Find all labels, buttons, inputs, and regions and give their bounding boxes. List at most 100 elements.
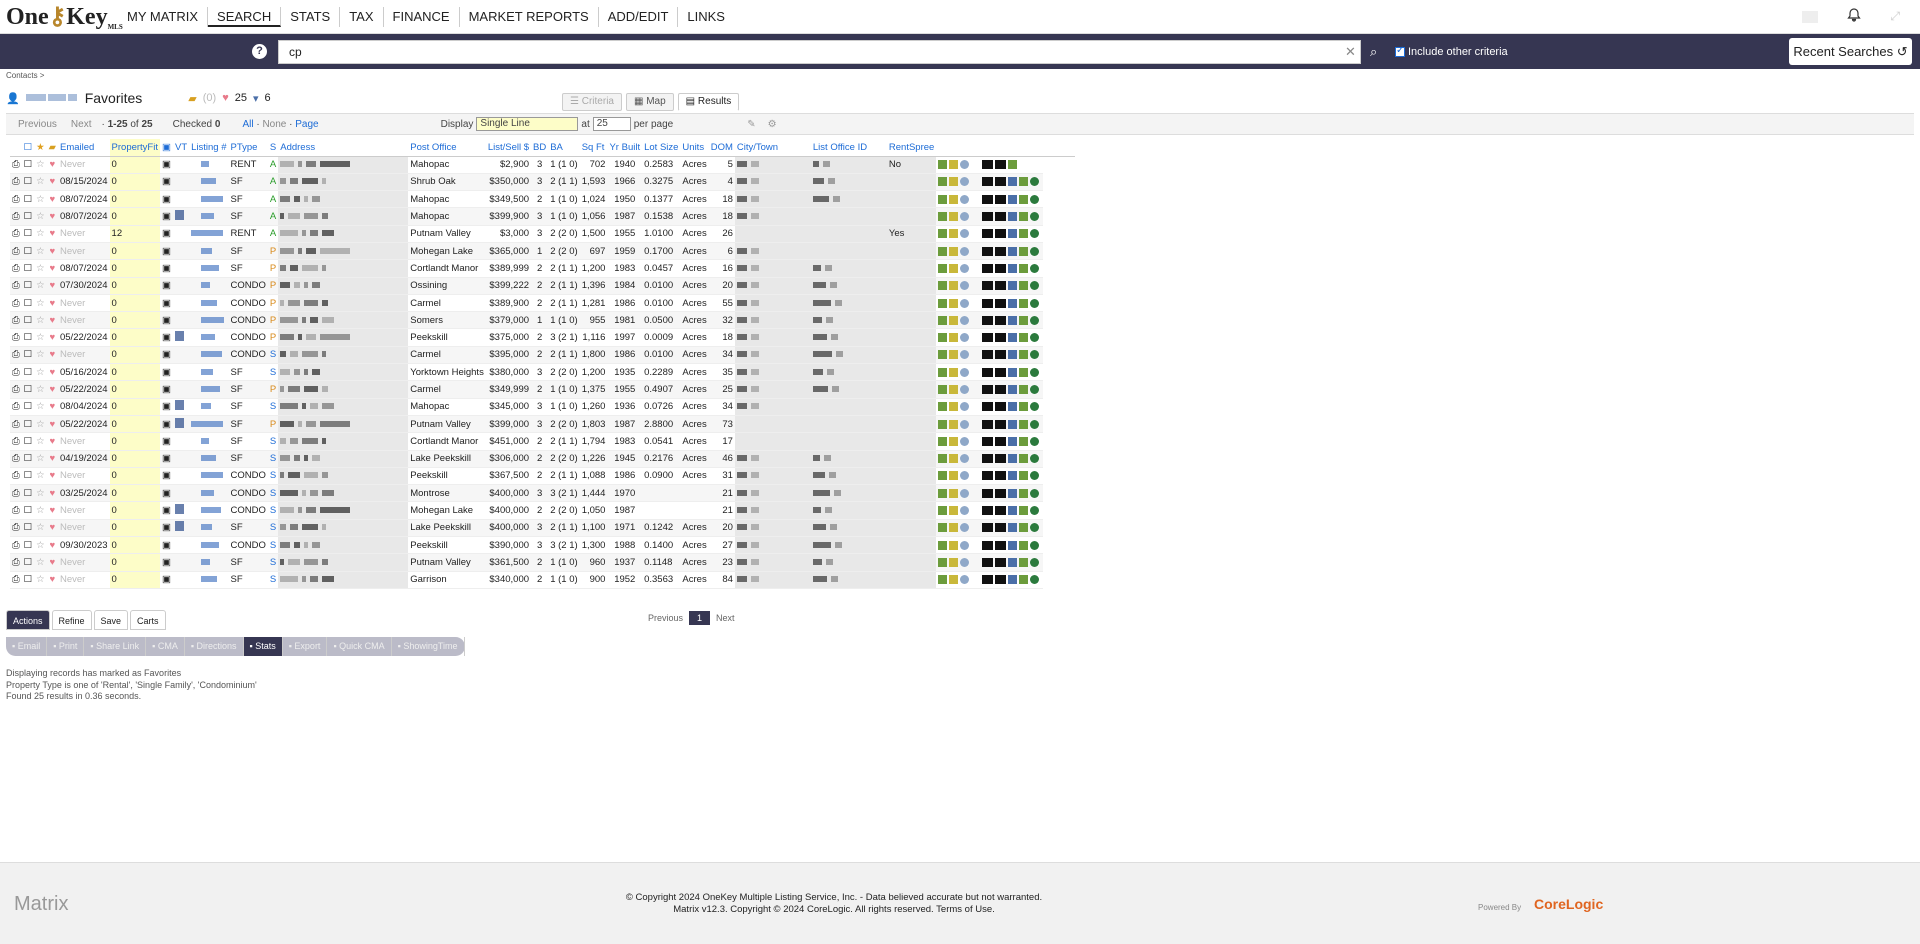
document-icon[interactable]: [1008, 229, 1018, 239]
row-checkbox[interactable]: ☐: [21, 501, 35, 520]
address-redacted[interactable]: [278, 432, 409, 451]
row-print-icon[interactable]: ⎙: [10, 432, 22, 451]
virtual-tour[interactable]: [172, 294, 190, 313]
listing-number-redacted[interactable]: [189, 277, 229, 295]
document-icon[interactable]: [1008, 454, 1018, 464]
action-tab-save[interactable]: Save: [93, 610, 129, 630]
row-print-icon[interactable]: ⎙: [10, 242, 22, 261]
listing-number-redacted[interactable]: [189, 156, 229, 174]
row-heart-icon[interactable]: ♥: [46, 190, 58, 209]
recent-searches-button[interactable]: Recent Searches ↺: [1789, 38, 1912, 65]
row-star-icon[interactable]: ☆: [34, 346, 47, 365]
rl-icon[interactable]: [982, 246, 994, 256]
address-redacted[interactable]: [278, 207, 409, 226]
select-all-link[interactable]: All: [242, 119, 253, 130]
photo-icon[interactable]: [949, 471, 959, 481]
row-star-icon[interactable]: ☆: [34, 380, 47, 399]
nav-finance[interactable]: FINANCE: [384, 6, 460, 27]
row-star-icon[interactable]: ☆: [34, 277, 47, 295]
map-icon[interactable]: [938, 160, 948, 170]
tab-results[interactable]: ▤ Results: [677, 93, 740, 111]
photo-icon[interactable]: ▣: [160, 450, 173, 468]
rl-icon[interactable]: [982, 540, 994, 550]
stats-icon[interactable]: [1019, 384, 1029, 394]
virtual-tour[interactable]: [172, 277, 190, 295]
map-icon[interactable]: [938, 281, 948, 291]
row-star-icon[interactable]: ☆: [34, 501, 47, 520]
edit-icon[interactable]: ✎: [747, 119, 755, 130]
row-star-icon[interactable]: ☆: [34, 484, 47, 503]
expand-icon[interactable]: ⤢: [1890, 9, 1900, 24]
row-checkbox[interactable]: ☐: [21, 571, 35, 589]
photo-icon[interactable]: [949, 506, 959, 516]
map-icon[interactable]: [938, 350, 948, 360]
tour-icon[interactable]: [960, 333, 970, 343]
tx-icon[interactable]: [995, 281, 1007, 291]
stats-icon[interactable]: [1019, 540, 1029, 550]
vt-badge[interactable]: [174, 331, 184, 342]
rl-icon[interactable]: [982, 402, 994, 412]
rl-icon[interactable]: [982, 557, 994, 567]
row-star-icon[interactable]: ☆: [34, 207, 47, 226]
rl-icon[interactable]: [982, 488, 994, 498]
table-row[interactable]: ⎙ ☐ ☆ ♥ 03/25/2024 0 ▣ CONDO S Montrose $400,000 3 3…: [10, 484, 1075, 503]
photo-icon[interactable]: ▣: [160, 501, 173, 520]
gear-icon[interactable]: ⚙: [768, 119, 777, 130]
virtual-tour[interactable]: [172, 398, 190, 416]
map-icon[interactable]: [938, 454, 948, 464]
rl-icon[interactable]: [982, 575, 994, 585]
photo-icon[interactable]: [949, 160, 959, 170]
table-row[interactable]: ⎙ ☐ ☆ ♥ Never 0 ▣ CONDO S Carmel $395,000 2 2 (1 1) 1…: [10, 346, 1075, 365]
stats-icon[interactable]: [1019, 419, 1029, 429]
dollar-icon[interactable]: [1030, 506, 1040, 516]
tx-icon[interactable]: [995, 557, 1007, 567]
clear-icon[interactable]: ✕: [1345, 44, 1356, 60]
map-icon[interactable]: [938, 471, 948, 481]
row-heart-icon[interactable]: ♥: [46, 346, 58, 365]
photo-icon[interactable]: [949, 281, 959, 291]
virtual-tour[interactable]: [172, 363, 190, 382]
row-heart-icon[interactable]: ♥: [46, 432, 58, 451]
row-checkbox[interactable]: ☐: [21, 156, 35, 174]
listing-number-redacted[interactable]: [189, 553, 229, 572]
search-icon[interactable]: ⌕: [1370, 44, 1377, 60]
address-redacted[interactable]: [278, 242, 409, 261]
row-heart-icon[interactable]: ♥: [46, 501, 58, 520]
document-icon[interactable]: [1008, 419, 1018, 429]
row-star-icon[interactable]: ☆: [34, 311, 47, 330]
tour-icon[interactable]: [960, 575, 970, 585]
rl-icon[interactable]: [982, 315, 994, 325]
col-list-office-id[interactable]: List Office ID: [810, 139, 887, 157]
row-heart-icon[interactable]: ♥: [46, 484, 58, 503]
action-tab-carts[interactable]: Carts: [130, 610, 166, 630]
stats-icon[interactable]: [1019, 575, 1029, 585]
tour-icon[interactable]: [960, 471, 970, 481]
document-icon[interactable]: [1008, 281, 1018, 291]
address-redacted[interactable]: [278, 571, 409, 589]
row-checkbox[interactable]: ☐: [21, 190, 35, 209]
search-input[interactable]: cp: [278, 39, 1361, 64]
photo-icon[interactable]: [949, 419, 959, 429]
col-ba[interactable]: BA: [548, 139, 580, 157]
dollar-icon[interactable]: [1030, 557, 1040, 567]
photo-icon[interactable]: ▣: [160, 190, 173, 209]
tour-icon[interactable]: [960, 246, 970, 256]
stats-icon[interactable]: [1019, 194, 1029, 204]
dollar-icon[interactable]: [1030, 212, 1040, 222]
stats-icon[interactable]: [1019, 333, 1029, 343]
virtual-tour[interactable]: [172, 328, 190, 347]
document-icon[interactable]: [1008, 367, 1018, 377]
row-checkbox[interactable]: ☐: [21, 294, 35, 313]
listing-number-redacted[interactable]: [189, 432, 229, 451]
row-heart-icon[interactable]: ♥: [46, 380, 58, 399]
stats-button[interactable]: ▪ Stats: [243, 637, 283, 656]
col-units[interactable]: Units: [680, 139, 709, 157]
dollar-icon[interactable]: [1030, 488, 1040, 498]
vt-badge[interactable]: [174, 400, 184, 411]
row-print-icon[interactable]: ⎙: [10, 311, 22, 330]
virtual-tour[interactable]: [172, 242, 190, 261]
virtual-tour[interactable]: [172, 415, 190, 434]
nav-add-edit[interactable]: ADD/EDIT: [599, 6, 679, 27]
photo-icon[interactable]: ▣: [160, 259, 173, 278]
row-star-icon[interactable]: ☆: [34, 156, 47, 174]
